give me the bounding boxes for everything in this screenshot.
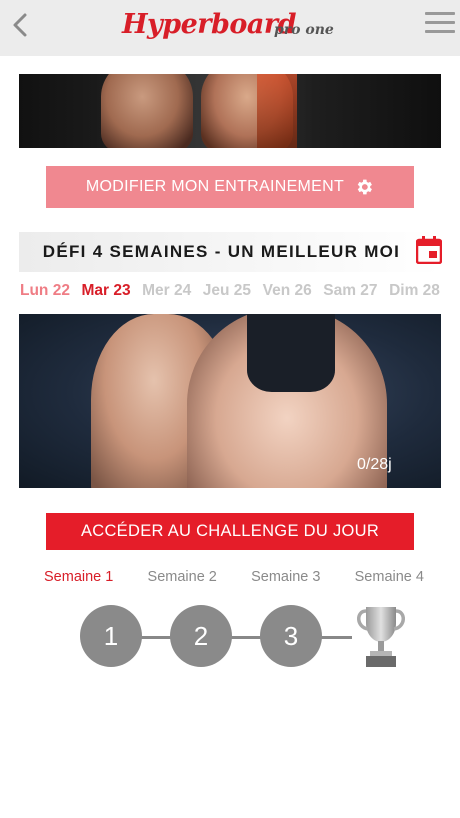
day-tab-jeu-25[interactable]: Jeu 25 (203, 282, 251, 304)
challenge-header: DÉFI 4 SEMAINES - UN MEILLEUR MOI (19, 232, 442, 272)
day-tab-sam-27[interactable]: Sam 27 (323, 282, 377, 304)
calendar-icon[interactable] (416, 236, 442, 264)
tab-week-4[interactable]: Semaine 4 (355, 569, 424, 589)
week-tabs: Semaine 1 Semaine 2 Semaine 3 Semaine 4 (44, 569, 424, 589)
day-tab-dim-28[interactable]: Dim 28 (389, 282, 440, 304)
tab-week-2[interactable]: Semaine 2 (148, 569, 217, 589)
day-selector: Lun 22 Mar 23 Mer 24 Jeu 25 Ven 26 Sam 2… (20, 282, 440, 304)
step-3[interactable]: 3 (260, 605, 322, 667)
day-tab-mar-23[interactable]: Mar 23 (81, 282, 130, 304)
challenge-title: DÉFI 4 SEMAINES - UN MEILLEUR MOI (42, 242, 401, 261)
header-banner-image (19, 74, 441, 148)
brand-name: Hyperboard (122, 9, 296, 40)
chevron-left-icon (13, 13, 27, 37)
brand-subtitle: pro one (274, 22, 334, 38)
step-1[interactable]: 1 (80, 605, 142, 667)
step-2[interactable]: 2 (170, 605, 232, 667)
hamburger-menu-icon[interactable] (425, 12, 455, 36)
tab-week-1[interactable]: Semaine 1 (44, 569, 113, 589)
app-logo: Hyperboard pro one (122, 9, 342, 45)
access-daily-challenge-button[interactable]: ACCÉDER AU CHALLENGE DU JOUR (46, 513, 414, 550)
day-tab-mer-24[interactable]: Mer 24 (142, 282, 191, 304)
back-button[interactable] (8, 10, 34, 40)
modify-training-label: MODIFIER MON ENTRAINEMENT (85, 178, 345, 195)
day-tab-ven-26[interactable]: Ven 26 (263, 282, 312, 304)
challenge-hero-image[interactable]: 0/28j (19, 314, 441, 488)
gear-icon (357, 179, 372, 195)
week-stepper: 1 2 3 (80, 605, 410, 669)
access-daily-challenge-label: ACCÉDER AU CHALLENGE DU JOUR (80, 522, 380, 540)
day-tab-lun-22[interactable]: Lun 22 (20, 282, 70, 304)
tab-week-3[interactable]: Semaine 3 (251, 569, 320, 589)
challenge-progress: 0/28j (357, 456, 392, 473)
trophy-icon[interactable] (352, 605, 410, 669)
app-header: Hyperboard pro one (0, 0, 460, 56)
modify-training-button[interactable]: MODIFIER MON ENTRAINEMENT (46, 166, 414, 208)
